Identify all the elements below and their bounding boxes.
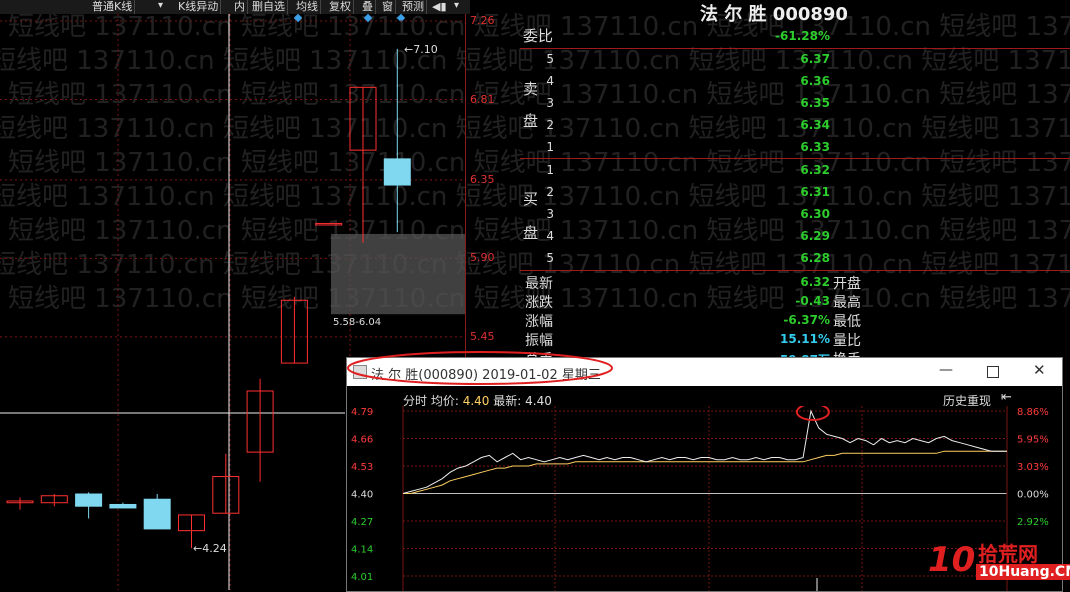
sell-level-number: 5 xyxy=(546,52,554,66)
candle-body xyxy=(75,493,103,507)
kline-toolbar: 普通K线 ▾ K线异动 内 删自选 均线 复权 叠 窗 预测 ◀▮ ▾ xyxy=(0,0,470,14)
sell-label: 卖 xyxy=(523,80,539,98)
stat-label: 开盘 xyxy=(833,276,861,292)
buy-level-number: 4 xyxy=(546,229,554,243)
speaker-icon[interactable]: ◀▮ xyxy=(432,0,447,13)
intraday-pct-label: 2.92% xyxy=(1017,517,1049,528)
toolbar-kline-anomaly[interactable]: K线异动 xyxy=(176,0,222,14)
price-axis-label: 6.35 xyxy=(470,172,495,186)
divider xyxy=(520,48,1070,49)
toolbar-kline-type[interactable]: 普通K线 xyxy=(90,0,136,14)
stat-value: 15.11% xyxy=(780,332,830,346)
stat-value: 6.32 xyxy=(800,275,830,289)
sell-level-number: 4 xyxy=(546,74,554,88)
price-axis-label: 6.81 xyxy=(470,92,495,106)
weibi-label: 委比 xyxy=(523,27,554,45)
intraday-price-label: 4.40 xyxy=(351,490,373,501)
price-axis-label: 5.45 xyxy=(470,329,495,343)
sell-level-price: 6.34 xyxy=(800,118,830,132)
divider xyxy=(520,270,1070,271)
divider xyxy=(520,158,1070,159)
stat-label: 最高 xyxy=(833,295,861,311)
close-icon[interactable]: ✕ xyxy=(1033,361,1046,379)
sell-level-number: 1 xyxy=(546,140,554,154)
buy-level-number: 1 xyxy=(546,163,554,177)
logo-url: 10Huang.CN xyxy=(976,564,1070,580)
skip-back-icon[interactable]: ⇤ xyxy=(1001,390,1012,405)
buy-level-price: 6.30 xyxy=(800,207,830,221)
toolbar-moving-average[interactable]: 均线 xyxy=(294,0,321,14)
logo-number: 10 xyxy=(928,540,976,580)
peak-annotation-circle xyxy=(795,406,830,421)
buy-label: 盘 xyxy=(523,224,539,242)
intraday-pct-label: 5.95% xyxy=(1017,435,1049,446)
stat-label: 振幅 xyxy=(525,333,553,349)
buy-level-number: 3 xyxy=(546,207,554,221)
low-price-label: ←4.24 xyxy=(193,542,227,555)
intraday-price-label: 4.14 xyxy=(351,545,373,556)
range-label: 5.58-6.04 xyxy=(333,317,381,328)
toolbar-overlay[interactable]: 叠 xyxy=(360,0,376,14)
intraday-pct-label: 3.03% xyxy=(1017,462,1049,473)
dropdown-arrow-icon[interactable]: ▾ xyxy=(158,0,163,11)
intraday-price-label: 4.66 xyxy=(351,435,373,446)
intraday-pct-label: 0.00% xyxy=(1017,490,1049,501)
sell-label: 盘 xyxy=(523,112,539,130)
site-logo: 10 拾荒网 10Huang.CN xyxy=(928,538,1070,590)
high-price-label: ←7.10 xyxy=(404,43,438,56)
buy-level-number: 5 xyxy=(546,251,554,265)
logo-name: 拾荒网 xyxy=(978,542,1038,566)
menu-arrow-icon[interactable]: ▾ xyxy=(454,0,459,11)
candle-body xyxy=(143,498,171,530)
buy-label: 买 xyxy=(523,190,539,208)
sell-level-price: 6.36 xyxy=(800,74,830,88)
toolbar-forecast[interactable]: 预测 xyxy=(400,0,427,14)
minimize-icon[interactable]: — xyxy=(939,362,953,378)
stat-label: 涨跌 xyxy=(525,295,553,311)
sell-level-number: 2 xyxy=(546,118,554,132)
weibi-value: -61.28% xyxy=(775,29,830,43)
buy-level-number: 2 xyxy=(546,185,554,199)
stat-label: 量比 xyxy=(833,333,861,349)
intraday-price-label: 4.79 xyxy=(351,407,373,418)
stock-title: 法 尔 胜 000890 xyxy=(700,4,848,25)
title-annotation xyxy=(347,351,613,385)
toolbar-restore-rights[interactable]: 复权 xyxy=(327,0,354,14)
intraday-pct-label: 8.86% xyxy=(1017,407,1049,418)
toolbar-window[interactable]: 窗 xyxy=(380,0,396,14)
price-axis-label: 5.90 xyxy=(470,251,495,265)
range-box xyxy=(331,233,465,315)
buy-level-price: 6.28 xyxy=(800,251,830,265)
sell-level-price: 6.37 xyxy=(800,52,830,66)
price-line xyxy=(402,409,1007,494)
candle-body xyxy=(109,503,137,509)
buy-level-price: 6.32 xyxy=(800,163,830,177)
sell-level-price: 6.33 xyxy=(800,140,830,154)
toolbar-inner[interactable]: 内 xyxy=(232,0,248,14)
stat-value: -6.37% xyxy=(783,313,830,327)
sell-level-price: 6.35 xyxy=(800,96,830,110)
intraday-price-label: 4.01 xyxy=(351,572,373,583)
stat-label: 最新 xyxy=(525,276,553,292)
price-axis-label: 7.26 xyxy=(470,13,495,27)
stat-label: 最低 xyxy=(833,314,861,330)
stat-value: -0.43 xyxy=(795,294,830,308)
intraday-price-label: 4.53 xyxy=(351,462,373,473)
sell-level-number: 3 xyxy=(546,96,554,110)
buy-level-price: 6.29 xyxy=(800,229,830,243)
intraday-price-label: 4.27 xyxy=(351,517,373,528)
candle-body xyxy=(383,158,411,186)
stat-label: 涨幅 xyxy=(525,314,553,330)
toolbar-delete-favorite[interactable]: 删自选 xyxy=(250,0,288,14)
candle-body xyxy=(315,222,343,226)
buy-level-price: 6.31 xyxy=(800,185,830,199)
title-annotation-ellipse xyxy=(347,351,613,385)
maximize-icon[interactable] xyxy=(987,366,999,378)
